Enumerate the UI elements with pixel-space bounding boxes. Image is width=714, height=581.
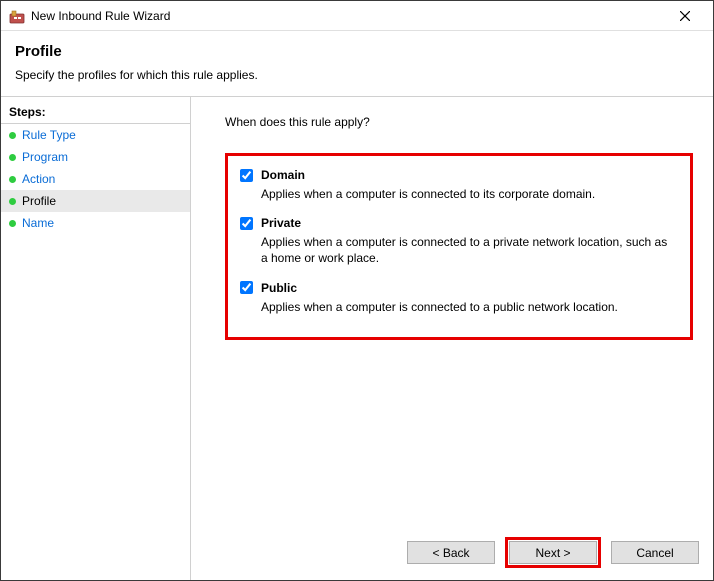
step-label: Program — [22, 150, 68, 164]
step-label: Profile — [22, 194, 56, 208]
page-subtitle: Specify the profiles for which this rule… — [15, 68, 699, 82]
checkbox-public[interactable] — [240, 281, 253, 294]
step-bullet-icon — [9, 132, 16, 139]
step-item-profile[interactable]: Profile — [1, 190, 190, 212]
step-item-program[interactable]: Program — [1, 146, 190, 168]
option-label: Private — [261, 216, 301, 230]
next-button[interactable]: Next > — [509, 541, 597, 564]
app-icon — [9, 8, 25, 24]
steps-sidebar: Steps: Rule Type Program Action Profile Name — [1, 97, 191, 580]
next-button-highlight: Next > — [505, 537, 601, 568]
window-title: New Inbound Rule Wizard — [31, 9, 665, 23]
option-row: Private — [240, 216, 674, 230]
content-area: When does this rule apply? Domain Applies… — [191, 97, 713, 580]
steps-heading: Steps: — [1, 101, 190, 124]
step-item-name[interactable]: Name — [1, 212, 190, 234]
close-button[interactable] — [665, 2, 705, 30]
profile-option-domain: Domain Applies when a computer is connect… — [240, 168, 674, 202]
question-text: When does this rule apply? — [225, 115, 697, 129]
profile-option-private: Private Applies when a computer is connec… — [240, 216, 674, 266]
step-label: Action — [22, 172, 55, 186]
step-bullet-icon — [9, 198, 16, 205]
wizard-window: New Inbound Rule Wizard Profile Specify … — [0, 0, 714, 581]
option-label: Domain — [261, 168, 305, 182]
checkbox-domain[interactable] — [240, 169, 253, 182]
option-label: Public — [261, 281, 297, 295]
back-button[interactable]: < Back — [407, 541, 495, 564]
option-row: Domain — [240, 168, 674, 182]
page-title: Profile — [15, 43, 699, 60]
header: Profile Specify the profiles for which t… — [1, 31, 713, 96]
step-bullet-icon — [9, 176, 16, 183]
step-item-rule-type[interactable]: Rule Type — [1, 124, 190, 146]
step-label: Name — [22, 216, 54, 230]
cancel-button[interactable]: Cancel — [611, 541, 699, 564]
profile-option-public: Public Applies when a computer is connect… — [240, 281, 674, 315]
step-label: Rule Type — [22, 128, 76, 142]
step-bullet-icon — [9, 154, 16, 161]
body: Steps: Rule Type Program Action Profile Name… — [1, 96, 713, 580]
footer-buttons: < Back Next > Cancel — [191, 529, 713, 580]
checkbox-private[interactable] — [240, 217, 253, 230]
option-description: Applies when a computer is connected to … — [261, 299, 674, 315]
option-row: Public — [240, 281, 674, 295]
close-icon — [680, 11, 690, 21]
option-description: Applies when a computer is connected to … — [261, 234, 674, 266]
step-item-action[interactable]: Action — [1, 168, 190, 190]
titlebar: New Inbound Rule Wizard — [1, 1, 713, 31]
step-bullet-icon — [9, 220, 16, 227]
option-description: Applies when a computer is connected to … — [261, 186, 674, 202]
profile-options-highlight: Domain Applies when a computer is connect… — [225, 153, 693, 340]
